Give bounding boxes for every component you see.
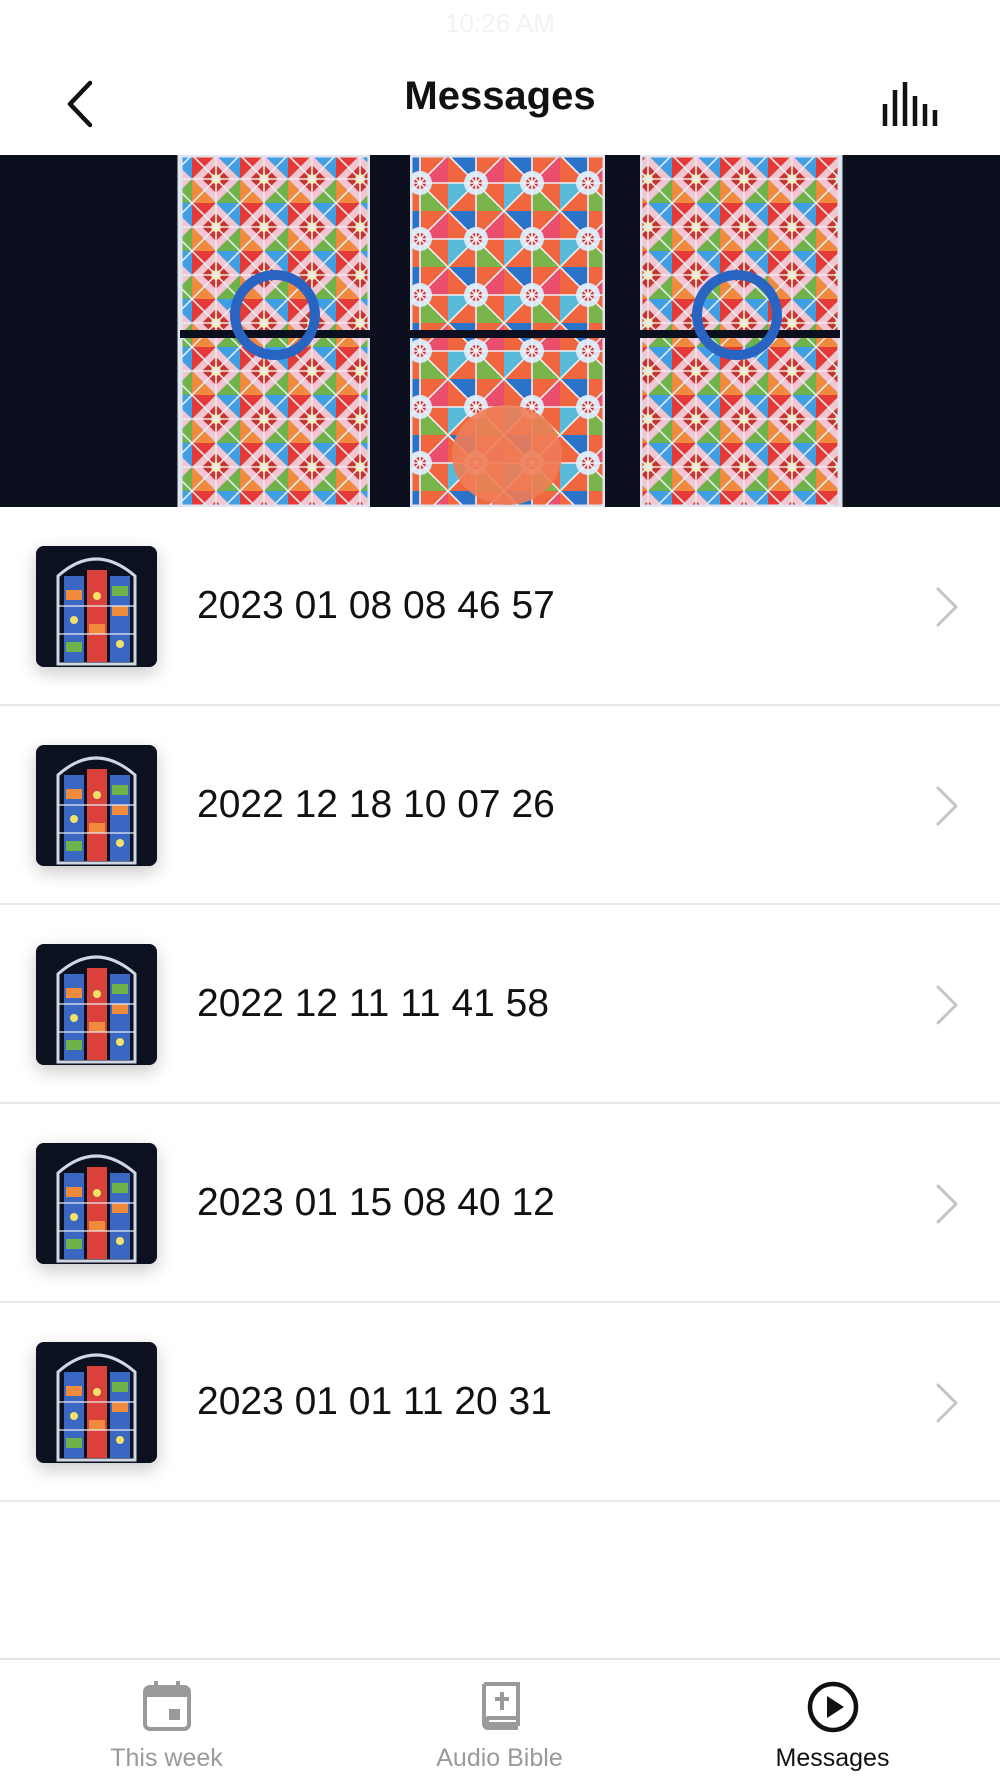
stained-glass-thumbnail-art: [36, 546, 157, 667]
chevron-right-icon: [936, 786, 958, 826]
message-title: 2022 12 11 11 41 58: [197, 982, 550, 1025]
stats-button[interactable]: [875, 74, 945, 134]
messages-list: 2023 01 08 08 46 57 2022 12 18 10 07 26 …: [0, 507, 1000, 1502]
message-thumbnail: [36, 1143, 157, 1264]
message-thumbnail: [36, 1342, 157, 1463]
message-list-item[interactable]: 2023 01 15 08 40 12: [0, 1104, 1000, 1303]
message-title: 2022 12 18 10 07 26: [197, 783, 555, 826]
back-button[interactable]: [50, 74, 110, 134]
message-thumbnail: [36, 944, 157, 1065]
tab-label-audio-bible: Audio Bible: [436, 1744, 563, 1772]
stained-glass-thumbnail-art: [36, 1143, 157, 1264]
hero-banner-image: [0, 155, 1000, 507]
tab-label-this-week: This week: [110, 1744, 223, 1772]
navigation-bar: Messages: [0, 54, 1000, 154]
chevron-right-icon: [936, 985, 958, 1025]
tab-audio-bible[interactable]: Audio Bible: [333, 1660, 666, 1780]
message-thumbnail: [36, 546, 157, 667]
chevron-right-icon: [936, 1383, 958, 1423]
chevron-right-icon: [936, 587, 958, 627]
page-title: Messages: [404, 74, 596, 118]
chevron-right-icon: [936, 1184, 958, 1224]
tab-this-week[interactable]: This week: [0, 1660, 333, 1780]
tab-label-messages: Messages: [775, 1744, 890, 1772]
stained-glass-thumbnail-art: [36, 944, 157, 1065]
calendar-icon: [142, 1681, 191, 1731]
chevron-left-icon: [67, 80, 93, 128]
message-title: 2023 01 08 08 46 57: [197, 584, 555, 627]
tab-bar: This week Audio Bible Messages: [0, 1658, 1000, 1780]
tab-messages[interactable]: Messages: [666, 1660, 999, 1780]
message-list-item[interactable]: 2023 01 01 11 20 31: [0, 1303, 1000, 1502]
message-title: 2023 01 01 11 20 31: [197, 1380, 552, 1423]
play-circle-icon: [807, 1681, 858, 1733]
stained-glass-thumbnail-art: [36, 1342, 157, 1463]
message-list-item[interactable]: 2023 01 08 08 46 57: [0, 507, 1000, 706]
message-list-item[interactable]: 2022 12 11 11 41 58: [0, 905, 1000, 1104]
bar-chart-icon: [882, 82, 938, 126]
message-thumbnail: [36, 745, 157, 866]
bible-icon: [481, 1682, 520, 1730]
message-list-item[interactable]: 2022 12 18 10 07 26: [0, 706, 1000, 905]
status-bar-time: 10:26 AM: [445, 8, 555, 38]
stained-glass-thumbnail-art: [36, 745, 157, 866]
message-title: 2023 01 15 08 40 12: [197, 1181, 555, 1224]
